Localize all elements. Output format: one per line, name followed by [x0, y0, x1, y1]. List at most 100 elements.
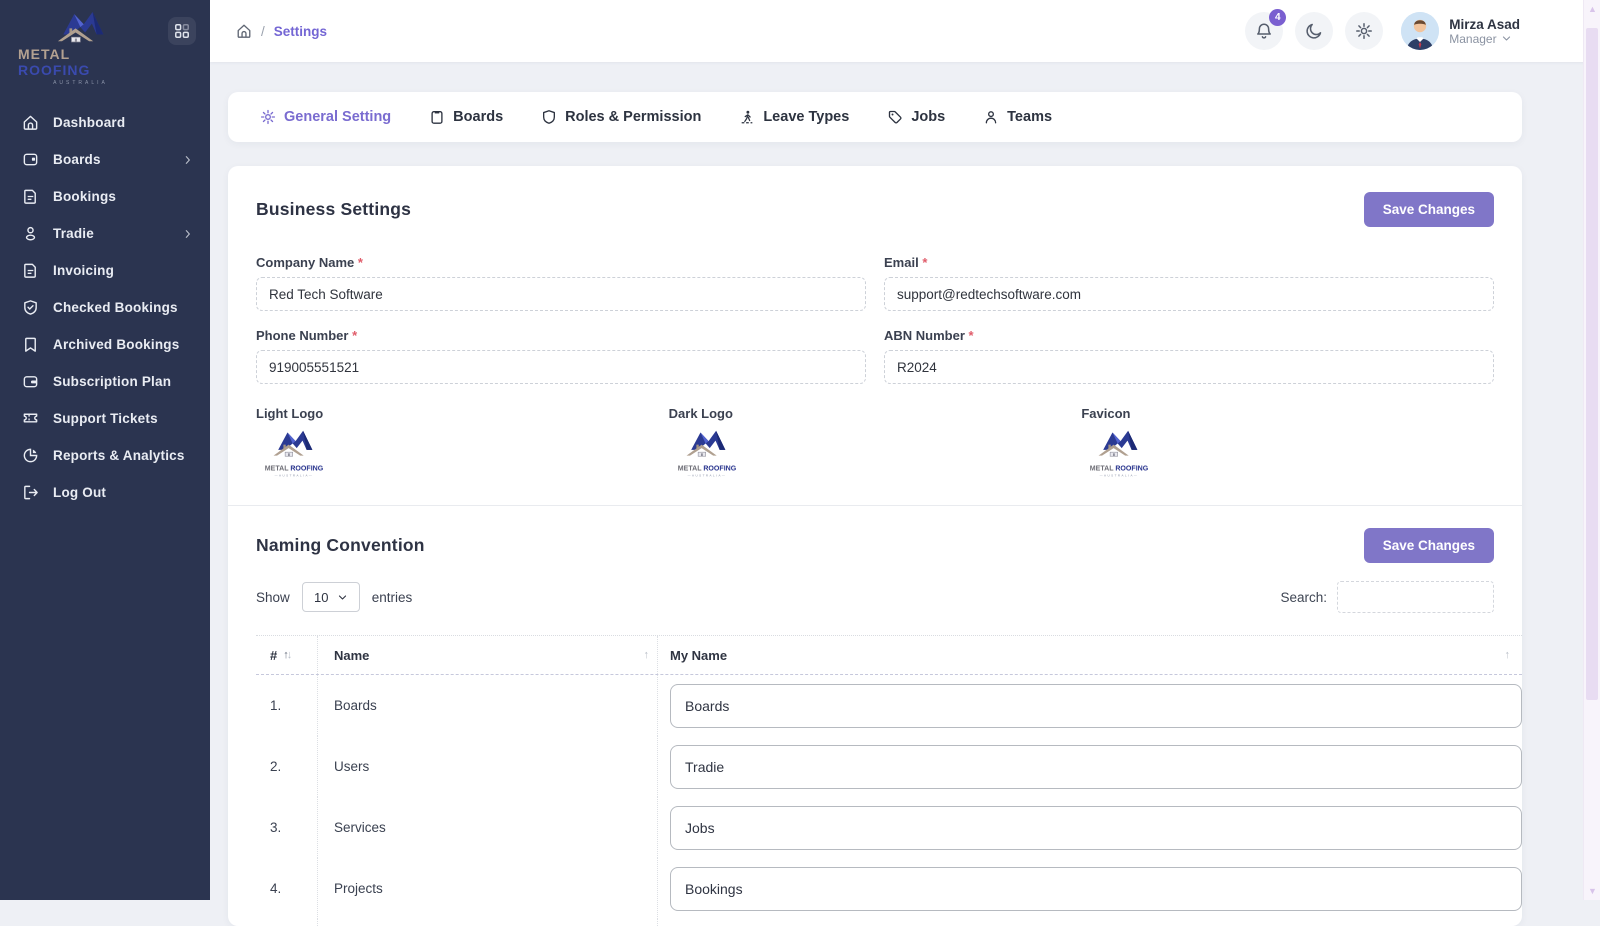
scroll-up-arrow[interactable]: ▲ [1584, 2, 1600, 16]
entries-label: entries [372, 590, 413, 605]
logout-icon [22, 484, 39, 501]
sidebar-item-tradie[interactable]: Tradie [0, 215, 210, 252]
top-header: / Settings 4 Mi [210, 0, 1600, 62]
tab-leave-types[interactable]: Leave Types [739, 109, 849, 125]
business-settings-title: Business Settings [256, 199, 411, 220]
sort-icons: ↑ [644, 649, 648, 661]
table-row: 5. Customers [256, 919, 1522, 926]
my-name-input[interactable] [670, 867, 1522, 911]
column-header-name[interactable]: Name ↑ [318, 636, 658, 674]
sidebar-item-checked-bookings[interactable]: Checked Bookings [0, 289, 210, 326]
sidebar: METAL ROOFING AUSTRALIA Dashboard Boards… [0, 0, 210, 900]
tab-label: Teams [1007, 109, 1052, 125]
sidebar-item-label: Bookings [53, 189, 194, 204]
sidebar-item-subscription-plan[interactable]: Subscription Plan [0, 363, 210, 400]
table-row: 4. Projects [256, 858, 1522, 919]
user-role: Manager [1449, 32, 1496, 46]
settings-button[interactable] [1345, 12, 1383, 50]
row-number: 3. [270, 820, 281, 835]
sidebar-item-boards[interactable]: Boards [0, 141, 210, 178]
tab-jobs[interactable]: Jobs [887, 109, 945, 125]
sidebar-item-invoicing[interactable]: Invoicing [0, 252, 210, 289]
phone-number-field[interactable] [256, 350, 866, 384]
row-name: Projects [334, 881, 383, 896]
settings-tab-bar: General Setting Boards Roles & Permissio… [228, 92, 1522, 142]
page-size-select[interactable]: 10 [302, 582, 360, 612]
company-name-field[interactable] [256, 277, 866, 311]
bookmark-icon [22, 336, 39, 353]
favicon-label: Favicon [1081, 406, 1494, 421]
sidebar-item-bookings[interactable]: Bookings [0, 178, 210, 215]
notification-badge: 4 [1269, 9, 1286, 26]
svg-text:METAL ROOFING: METAL ROOFING [677, 466, 736, 473]
sidebar-item-reports-analytics[interactable]: Reports & Analytics [0, 437, 210, 474]
notifications-button[interactable]: 4 [1245, 12, 1283, 50]
ticket-icon [22, 410, 39, 427]
search-input[interactable] [1337, 581, 1494, 613]
column-header-num[interactable]: # ↑↓ [256, 636, 318, 674]
naming-convention-title: Naming Convention [256, 535, 425, 556]
sidebar-item-label: Boards [53, 152, 168, 167]
sidebar-item-label: Tradie [53, 226, 168, 241]
svg-text:—AUSTRALIA—: —AUSTRALIA— [275, 474, 314, 478]
section-divider [228, 505, 1522, 506]
my-name-input[interactable] [670, 684, 1522, 728]
email-field[interactable] [884, 277, 1494, 311]
dark-mode-button[interactable] [1295, 12, 1333, 50]
tab-general-setting[interactable]: General Setting [260, 109, 391, 125]
scrollbar-thumb[interactable] [1586, 28, 1598, 700]
user-name: Mirza Asad [1449, 17, 1520, 32]
tab-boards[interactable]: Boards [429, 109, 503, 125]
sidebar-item-label: Subscription Plan [53, 374, 194, 389]
sidebar-item-label: Log Out [53, 485, 194, 500]
row-name: Services [334, 820, 386, 835]
document-icon [22, 188, 39, 205]
phone-number-label: Phone Number * [256, 328, 866, 343]
business-settings-form: Company Name * Email * Phone Number * AB… [256, 255, 1494, 384]
sort-icons: ↑ [1505, 649, 1509, 661]
gear-icon [260, 109, 276, 125]
brand-logo-mark [42, 10, 120, 44]
abn-number-field[interactable] [884, 350, 1494, 384]
search-label: Search: [1280, 590, 1327, 605]
sidebar-item-dashboard[interactable]: Dashboard [0, 104, 210, 141]
sidebar-item-label: Reports & Analytics [53, 448, 194, 463]
main-content: General Setting Boards Roles & Permissio… [228, 62, 1522, 926]
favicon-image[interactable]: METAL ROOFING —AUSTRALIA— [1081, 429, 1157, 481]
leave-icon [739, 109, 755, 125]
light-logo-image[interactable]: METAL ROOFING —AUSTRALIA— [256, 429, 332, 481]
tab-label: General Setting [284, 109, 391, 125]
column-header-my-name[interactable]: My Name ↑ [658, 636, 1522, 674]
abn-number-label: ABN Number * [884, 328, 1494, 343]
page-scrollbar[interactable]: ▲ ▼ [1583, 0, 1600, 900]
tab-teams[interactable]: Teams [983, 109, 1052, 125]
tab-label: Leave Types [763, 109, 849, 125]
scroll-down-arrow[interactable]: ▼ [1584, 884, 1600, 898]
bell-icon [1255, 22, 1273, 40]
brand-logo[interactable]: METAL ROOFING AUSTRALIA [18, 10, 143, 86]
chevron-right-icon [182, 154, 194, 166]
sidebar-item-archived-bookings[interactable]: Archived Bookings [0, 326, 210, 363]
dark-logo-label: Dark Logo [669, 406, 1082, 421]
svg-text:METAL ROOFING: METAL ROOFING [265, 466, 324, 473]
user-menu[interactable]: Mirza Asad Manager [1401, 12, 1520, 50]
table-row: 3. Services [256, 797, 1522, 858]
save-business-settings-button[interactable]: Save Changes [1364, 192, 1494, 227]
sort-icons: ↑↓ [283, 649, 290, 661]
home-icon[interactable] [236, 23, 252, 39]
apps-grid-button[interactable] [168, 17, 196, 45]
row-name: Users [334, 759, 369, 774]
brand-tagline: AUSTRALIA [53, 80, 108, 86]
sidebar-item-label: Support Tickets [53, 411, 194, 426]
table-row: 2. Users [256, 736, 1522, 797]
tab-roles-permission[interactable]: Roles & Permission [541, 109, 701, 125]
settings-card: Business Settings Save Changes Company N… [228, 166, 1522, 926]
sidebar-item-log-out[interactable]: Log Out [0, 474, 210, 511]
breadcrumb-current[interactable]: Settings [274, 24, 327, 39]
save-naming-convention-button[interactable]: Save Changes [1364, 528, 1494, 563]
my-name-input[interactable] [670, 806, 1522, 850]
sidebar-item-support-tickets[interactable]: Support Tickets [0, 400, 210, 437]
dark-logo-image[interactable]: METAL ROOFING —AUSTRALIA— [669, 429, 745, 481]
my-name-input[interactable] [670, 745, 1522, 789]
chevron-right-icon [182, 228, 194, 240]
